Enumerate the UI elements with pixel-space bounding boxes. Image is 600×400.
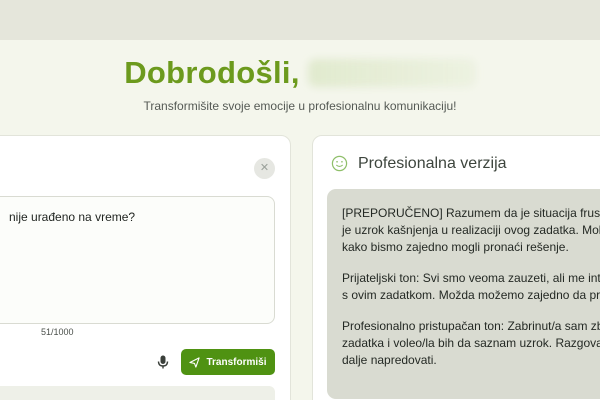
character-counter: 51/1000 bbox=[41, 327, 74, 337]
microphone-icon[interactable] bbox=[155, 354, 171, 370]
output-line: kako bismo zajedno mogli pronaći rešenje… bbox=[342, 240, 569, 254]
output-line: [PREPORUČENO] Razumem da je situacija fr… bbox=[342, 206, 600, 220]
top-bar bbox=[0, 0, 600, 40]
blurred-username bbox=[307, 59, 476, 87]
transform-button[interactable]: Transformiši bbox=[181, 349, 275, 375]
output-paragraph-recommended: [PREPORUČENO] Razumem da je situacija fr… bbox=[342, 205, 600, 256]
page-subtitle: Transformišite svoje emocije u profesion… bbox=[143, 99, 457, 113]
greeting-title: Dobrodošli, bbox=[124, 55, 300, 90]
output-line: Profesionalno pristupačan ton: Zabrinut/… bbox=[342, 319, 600, 333]
transform-button-label: Transformiši bbox=[206, 356, 267, 368]
close-icon: ✕ bbox=[259, 162, 270, 174]
greeting-header: Dobrodošli, bbox=[0, 55, 600, 95]
output-text-box: [PREPORUČENO] Razumem da je situacija fr… bbox=[327, 189, 600, 399]
clear-button[interactable]: ✕ bbox=[254, 158, 275, 179]
output-title: Profesionalna verzija bbox=[358, 155, 507, 172]
message-input[interactable]: nije urađeno na vreme? bbox=[0, 196, 275, 324]
output-line: je uzrok kašnjenja u realizaciji ovog za… bbox=[342, 223, 600, 237]
output-line: dalje napredovati. bbox=[342, 353, 437, 367]
smile-icon bbox=[331, 155, 348, 172]
output-line: s ovim zadatkom. Možda možemo zajedno da… bbox=[342, 288, 600, 302]
lower-card-edge bbox=[0, 386, 275, 400]
output-line: zadatka i voleo/la bih da saznam uzrok. … bbox=[342, 336, 600, 350]
output-paragraph-friendly: Prijateljski ton: Svi smo veoma zauzeti,… bbox=[342, 270, 600, 304]
send-icon bbox=[189, 356, 201, 368]
output-line: Prijateljski ton: Svi smo veoma zauzeti,… bbox=[342, 271, 600, 285]
output-paragraph-professional: Profesionalno pristupačan ton: Zabrinut/… bbox=[342, 318, 600, 369]
